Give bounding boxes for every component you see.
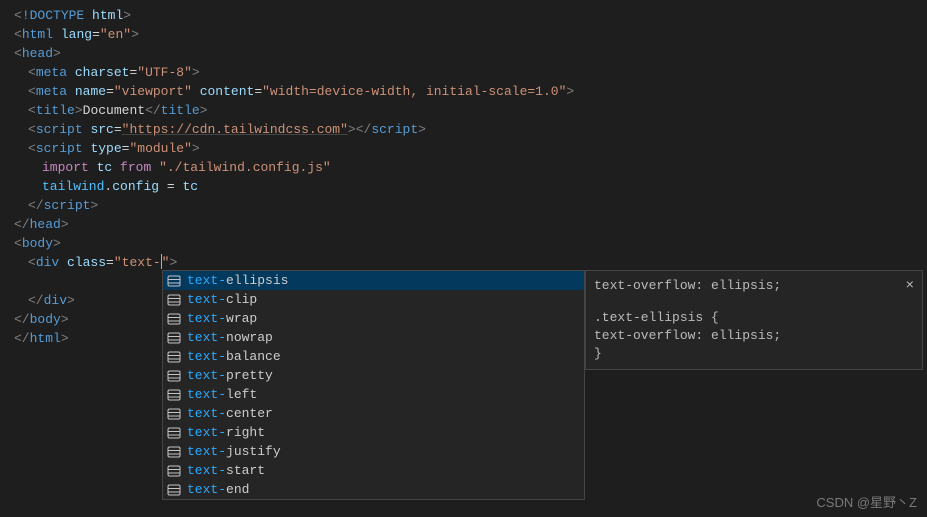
enum-member-icon (167, 484, 181, 496)
enum-member-icon (167, 427, 181, 439)
autocomplete-item-label: text-justify (187, 444, 281, 459)
autocomplete-item-label: text-clip (187, 292, 257, 307)
doc-selector: .text-ellipsis { (594, 309, 914, 327)
autocomplete-item-label: text-pretty (187, 368, 273, 383)
autocomplete-item-label: text-start (187, 463, 265, 478)
autocomplete-item[interactable]: text-wrap (163, 309, 584, 328)
close-icon[interactable]: × (906, 277, 914, 295)
enum-member-icon (167, 294, 181, 306)
enum-member-icon (167, 313, 181, 325)
autocomplete-item-label: text-right (187, 425, 265, 440)
enum-member-icon (167, 446, 181, 458)
autocomplete-item[interactable]: text-start (163, 461, 584, 480)
autocomplete-item[interactable]: text-center (163, 404, 584, 423)
autocomplete-item-label: text-balance (187, 349, 281, 364)
autocomplete-item[interactable]: text-nowrap (163, 328, 584, 347)
autocomplete-item[interactable]: text-pretty (163, 366, 584, 385)
autocomplete-item-label: text-wrap (187, 311, 257, 326)
autocomplete-item-label: text-nowrap (187, 330, 273, 345)
autocomplete-item-label: text-left (187, 387, 257, 402)
autocomplete-doc-panel: × text-overflow: ellipsis; .text-ellipsi… (585, 270, 923, 370)
watermark-text: CSDN @星野丶Z (816, 492, 917, 511)
autocomplete-item-label: text-center (187, 406, 273, 421)
enum-member-icon (167, 370, 181, 382)
enum-member-icon (167, 332, 181, 344)
autocomplete-item[interactable]: text-right (163, 423, 584, 442)
enum-member-icon (167, 275, 181, 287)
autocomplete-item-label: text-end (187, 482, 249, 497)
enum-member-icon (167, 465, 181, 477)
enum-member-icon (167, 351, 181, 363)
autocomplete-item[interactable]: text-end (163, 480, 584, 499)
doc-close-brace: } (594, 345, 914, 363)
autocomplete-item-label: text-ellipsis (187, 273, 288, 288)
autocomplete-item[interactable]: text-balance (163, 347, 584, 366)
autocomplete-popup[interactable]: text-ellipsis text-clip text-wrap text-nowr… (162, 270, 585, 500)
autocomplete-item[interactable]: text-justify (163, 442, 584, 461)
doc-rule: text-overflow: ellipsis; (594, 327, 914, 345)
doc-preview-text: text-overflow: ellipsis; (594, 277, 914, 295)
enum-member-icon (167, 408, 181, 420)
autocomplete-item[interactable]: text-ellipsis (163, 271, 584, 290)
autocomplete-item[interactable]: text-clip (163, 290, 584, 309)
enum-member-icon (167, 389, 181, 401)
autocomplete-item[interactable]: text-left (163, 385, 584, 404)
